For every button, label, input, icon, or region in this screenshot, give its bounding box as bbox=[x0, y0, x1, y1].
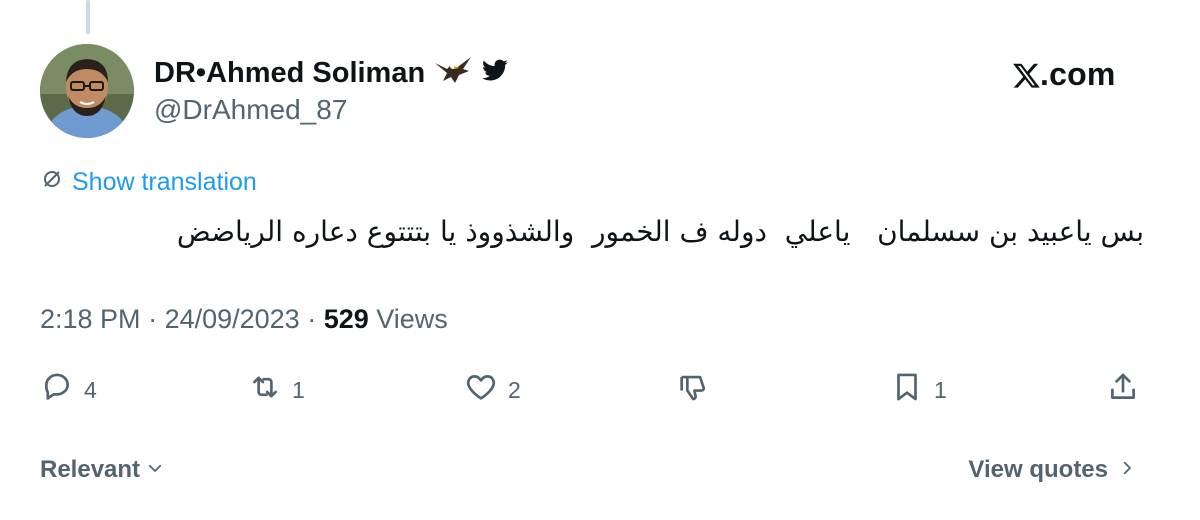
repost-count: 1 bbox=[292, 376, 305, 403]
author-display-name[interactable]: DR•Ahmed Soliman bbox=[154, 57, 425, 90]
tweet-text: بس ياعبيد بن سسلمان ياعلي دوله ف الخمور … bbox=[176, 215, 1144, 248]
repost-button[interactable]: 1 bbox=[248, 370, 305, 410]
tweet-meta: 2:18 PM · 24/09/2023 · 529 Views bbox=[40, 304, 448, 335]
action-bar: 4 1 2 1 bbox=[40, 370, 1140, 410]
reply-button[interactable]: 4 bbox=[40, 370, 97, 410]
bird-icon bbox=[481, 59, 509, 88]
avatar[interactable] bbox=[40, 44, 134, 138]
chevron-down-icon bbox=[146, 456, 164, 484]
sort-label: Relevant bbox=[40, 456, 141, 483]
chevron-right-icon bbox=[1118, 456, 1136, 484]
sort-replies-dropdown[interactable]: Relevant bbox=[40, 456, 164, 484]
meta-separator: · bbox=[140, 304, 165, 334]
x-logo-icon bbox=[1012, 60, 1040, 90]
brand-domain: .com bbox=[1040, 56, 1116, 92]
reply-icon bbox=[40, 370, 74, 410]
view-quotes-label: View quotes bbox=[968, 456, 1108, 483]
show-translation-label[interactable]: Show translation bbox=[72, 168, 257, 197]
thread-connector-line bbox=[86, 0, 90, 34]
like-count: 2 bbox=[508, 376, 521, 403]
avatar-photo bbox=[40, 44, 134, 138]
views-label: Views bbox=[368, 304, 448, 334]
brand-logo: .com bbox=[1012, 56, 1116, 93]
show-translation-link[interactable]: Show translation bbox=[40, 167, 257, 198]
thumbs-down-icon bbox=[676, 370, 710, 410]
heart-icon bbox=[464, 370, 498, 410]
share-button[interactable] bbox=[1106, 370, 1140, 410]
meta-separator: · bbox=[299, 304, 324, 334]
reply-count: 4 bbox=[84, 376, 97, 403]
author-name-row[interactable]: DR•Ahmed Soliman bbox=[154, 55, 509, 91]
tweet-date[interactable]: 24/09/2023 bbox=[165, 304, 300, 335]
bookmark-count: 1 bbox=[934, 376, 947, 403]
bookmark-button[interactable]: 1 bbox=[890, 370, 947, 410]
like-button[interactable]: 2 bbox=[464, 370, 521, 410]
view-quotes-link[interactable]: View quotes bbox=[968, 456, 1136, 484]
dislike-button[interactable] bbox=[676, 370, 710, 410]
eagle-icon bbox=[433, 53, 473, 94]
repost-icon bbox=[248, 370, 282, 410]
share-icon bbox=[1106, 370, 1140, 410]
tweet-time[interactable]: 2:18 PM bbox=[40, 304, 141, 335]
author-handle[interactable]: @DrAhmed_87 bbox=[154, 94, 347, 126]
views-count: 529 bbox=[323, 304, 369, 334]
translate-icon bbox=[40, 167, 64, 198]
bookmark-icon bbox=[890, 370, 924, 410]
